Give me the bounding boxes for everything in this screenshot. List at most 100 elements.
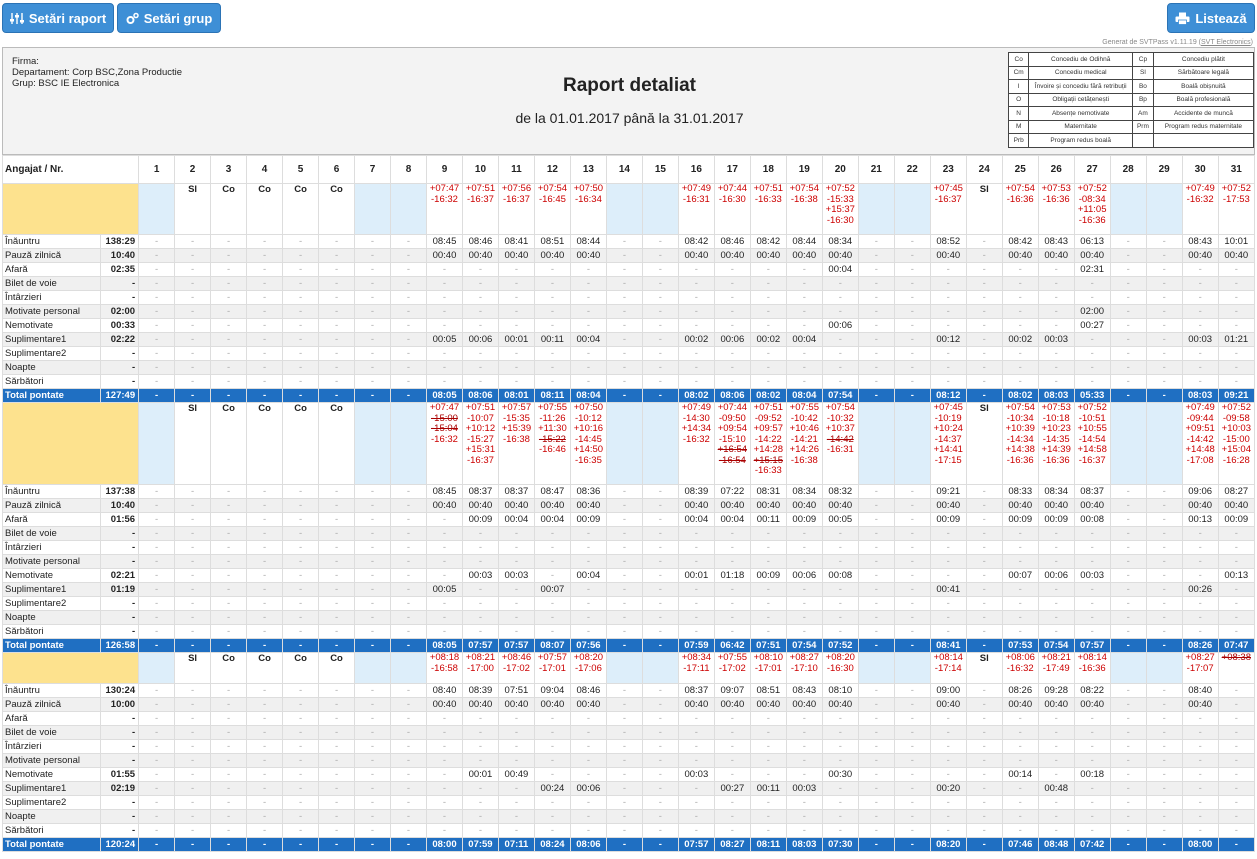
- punch-cell[interactable]: +07:47 -16:32: [425, 183, 463, 235]
- punch-cell[interactable]: +07:51 -16:33: [749, 183, 787, 235]
- punch-cell[interactable]: [641, 183, 679, 235]
- punch-cell[interactable]: +07:57 -15:35 +15:39 -16:38: [497, 402, 535, 485]
- punch-cell[interactable]: +08:10 -17:01: [749, 652, 787, 684]
- punch-cell[interactable]: +08:46 -17:02: [497, 652, 535, 684]
- punch-cell[interactable]: +07:52 -10:51 +10:55 -14:54 +14:58 -16:37: [1073, 402, 1111, 485]
- punch-cell[interactable]: [354, 402, 391, 485]
- punch-cell[interactable]: [605, 183, 643, 235]
- punch-cell[interactable]: +07:56 -16:37: [497, 183, 535, 235]
- punch-cell[interactable]: +07:51 -09:52 +09:57 -14:22 +14:28 +15:15 -16:…: [749, 402, 787, 485]
- punch-cell[interactable]: +07:44 -16:30: [713, 183, 751, 235]
- punch-cell[interactable]: +08:34 -17:11: [677, 652, 715, 684]
- punch-cell[interactable]: +07:54 -16:45: [533, 183, 571, 235]
- punch-cell[interactable]: +07:52 -09:58 +10:03 -15:00 +15:04 -16:28: [1217, 402, 1256, 485]
- punch-cell[interactable]: [138, 402, 176, 485]
- punch-cell[interactable]: [605, 402, 643, 485]
- punch-cell[interactable]: [1109, 402, 1147, 485]
- punch-cell[interactable]: [138, 183, 176, 235]
- punch-cell[interactable]: +07:44 -09:50 +09:54 -15:10 +16:54 -16:54: [713, 402, 751, 485]
- punch-cell[interactable]: [1109, 652, 1147, 684]
- punch-cell[interactable]: [1145, 402, 1183, 485]
- punch-cell[interactable]: Co: [282, 183, 320, 235]
- punch-cell[interactable]: +07:51 -16:37: [461, 183, 499, 235]
- punch-cell[interactable]: +07:54 -16:38: [785, 183, 823, 235]
- punch-cell[interactable]: [390, 652, 427, 684]
- punch-cell[interactable]: [641, 402, 679, 485]
- punch-cell[interactable]: Co: [282, 652, 320, 684]
- punch-cell[interactable]: +07:50 -10:12 +10:16 -14:45 +14:50 -16:35: [569, 402, 607, 485]
- punch-cell[interactable]: Sl: [174, 183, 212, 235]
- punch-cell[interactable]: +07:54 -10:34 +10:39 -14:34 +14:38 -16:36: [1001, 402, 1039, 485]
- punch-cell[interactable]: Co: [246, 652, 284, 684]
- punch-cell[interactable]: +08:38: [1217, 652, 1256, 684]
- punch-cell[interactable]: +08:27 -17:07: [1181, 652, 1219, 684]
- punch-cell[interactable]: +07:54 -16:36: [1001, 183, 1039, 235]
- punch-cell[interactable]: [857, 183, 895, 235]
- punch-cell[interactable]: [1145, 183, 1183, 235]
- punch-cell[interactable]: +07:55 -17:02: [713, 652, 751, 684]
- punch-cell[interactable]: +07:54 -10:32 +10:37 -14:42 -16:31: [821, 402, 859, 485]
- punch-cell[interactable]: +07:50 -16:34: [569, 183, 607, 235]
- punch-cell[interactable]: +08:20 -17:06: [569, 652, 607, 684]
- punch-cell[interactable]: [893, 183, 931, 235]
- punch-cell[interactable]: [390, 183, 427, 235]
- punch-cell[interactable]: Co: [246, 402, 284, 485]
- punch-cell[interactable]: Sl: [965, 402, 1003, 485]
- vendor-link[interactable]: SVT Electronics: [1201, 39, 1251, 46]
- employee-name[interactable]: [1, 183, 140, 235]
- print-button[interactable]: Listează: [1167, 3, 1255, 33]
- punch-cell[interactable]: +07:55 -10:42 +10:46 -14:21 +14:26 -16:38: [785, 402, 823, 485]
- punch-cell[interactable]: [354, 652, 391, 684]
- employee-name[interactable]: [1, 402, 140, 485]
- punch-cell[interactable]: +07:52 -17:53: [1217, 183, 1256, 235]
- punch-cell[interactable]: +08:21 -17:49: [1037, 652, 1075, 684]
- punch-cell[interactable]: +07:49 -14:30 +14:34 -16:32: [677, 402, 715, 485]
- punch-cell[interactable]: +08:20 -16:30: [821, 652, 859, 684]
- punch-cell[interactable]: +07:52 -15:33 +15:37 -16:30: [821, 183, 859, 235]
- employee-name[interactable]: [1, 652, 140, 684]
- punch-cell[interactable]: +07:45 -16:37: [929, 183, 967, 235]
- punch-cell[interactable]: +07:51 -10:07 +10:12 -15:27 +15:31 -16:37: [461, 402, 499, 485]
- punch-cell[interactable]: Sl: [965, 652, 1003, 684]
- punch-cell[interactable]: Co: [318, 652, 356, 684]
- punch-cell[interactable]: +07:47 -15:00 -15:04 -16:32: [425, 402, 463, 485]
- punch-cell[interactable]: [893, 402, 931, 485]
- punch-cell[interactable]: [354, 183, 391, 235]
- punch-cell[interactable]: +07:49 -16:32: [1181, 183, 1219, 235]
- punch-cell[interactable]: +07:53 -16:36: [1037, 183, 1075, 235]
- punch-cell[interactable]: +08:14 -17:14: [929, 652, 967, 684]
- group-settings-button[interactable]: Setări grup: [117, 3, 221, 33]
- punch-cell[interactable]: [1145, 652, 1183, 684]
- punch-cell[interactable]: +07:53 -10:18 +10:23 -14:35 +14:39 -16:36: [1037, 402, 1075, 485]
- punch-cell[interactable]: [605, 652, 643, 684]
- punch-cell[interactable]: +07:49 -16:31: [677, 183, 715, 235]
- punch-cell[interactable]: +07:57 -17:01: [533, 652, 571, 684]
- punch-cell[interactable]: +07:45 -10:19 +10:24 -14:37 +14:41 -17:15: [929, 402, 967, 485]
- punch-cell[interactable]: +07:52 -08:34 +11:05 -16:36: [1073, 183, 1111, 235]
- punch-cell[interactable]: [893, 652, 931, 684]
- punch-cell[interactable]: Co: [246, 183, 284, 235]
- punch-cell[interactable]: +08:27 -17:10: [785, 652, 823, 684]
- punch-cell[interactable]: +08:06 -16:32: [1001, 652, 1039, 684]
- punch-cell[interactable]: +08:21 -17:00: [461, 652, 499, 684]
- punch-cell[interactable]: Co: [210, 652, 248, 684]
- punch-cell[interactable]: Co: [210, 402, 248, 485]
- punch-cell[interactable]: Co: [210, 183, 248, 235]
- punch-cell[interactable]: Co: [282, 402, 320, 485]
- punch-cell[interactable]: +08:18 -16:58: [425, 652, 463, 684]
- punch-cell[interactable]: [857, 652, 895, 684]
- punch-cell[interactable]: [390, 402, 427, 485]
- punch-cell[interactable]: Co: [318, 402, 356, 485]
- punch-cell[interactable]: [138, 652, 176, 684]
- punch-cell[interactable]: Sl: [174, 652, 212, 684]
- punch-cell[interactable]: [857, 402, 895, 485]
- punch-cell[interactable]: +08:14 -16:36: [1073, 652, 1111, 684]
- punch-cell[interactable]: +07:55 -11:26 +11:30 -15:22 -16:46: [533, 402, 571, 485]
- punch-cell[interactable]: [1109, 183, 1147, 235]
- punch-cell[interactable]: Co: [318, 183, 356, 235]
- punch-cell[interactable]: +07:49 -09:44 +09:51 -14:42 +14:48 -17:08: [1181, 402, 1219, 485]
- punch-cell[interactable]: [641, 652, 679, 684]
- punch-cell[interactable]: Sl: [965, 183, 1003, 235]
- punch-cell[interactable]: Sl: [174, 402, 212, 485]
- report-settings-button[interactable]: Setări raport: [2, 3, 114, 33]
